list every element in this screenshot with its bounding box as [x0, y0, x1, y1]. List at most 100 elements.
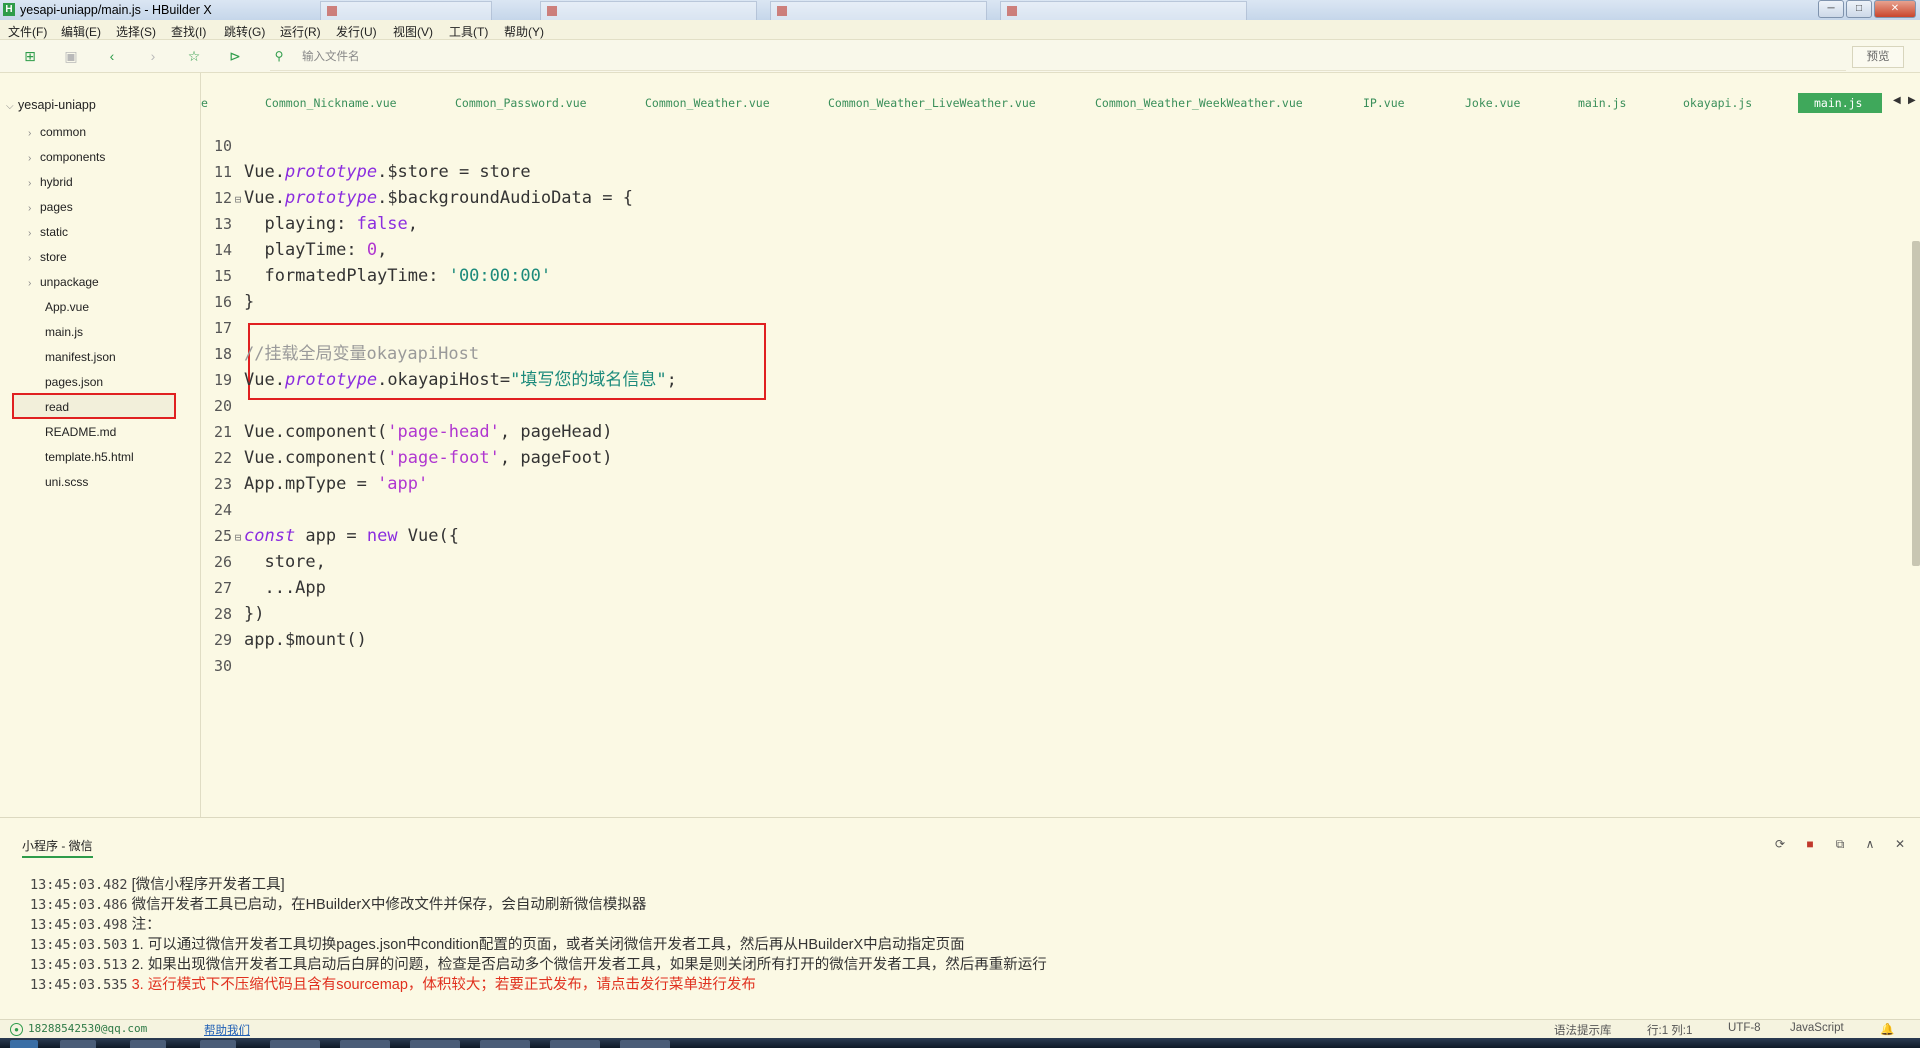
code-editor[interactable]: 10 11 Vue.prototype.$store = store 12 ⊟ Vue…: [201, 133, 1920, 817]
folder-common[interactable]: › common: [28, 125, 86, 139]
preview-button[interactable]: 预览: [1852, 46, 1904, 68]
folder-static[interactable]: › static: [28, 225, 68, 239]
line-number: 15: [213, 267, 232, 285]
background-browser-tab[interactable]: [540, 1, 757, 20]
console-log-line: 13:45:03.498 注：: [30, 913, 161, 934]
menu-select[interactable]: 选择(S): [116, 23, 156, 40]
cursor-position[interactable]: 行:1 列:1: [1647, 1022, 1692, 1038]
editor-scrollbar[interactable]: [1912, 241, 1920, 566]
background-browser-tab[interactable]: [770, 1, 987, 20]
taskbar-app-icon[interactable]: [60, 1040, 96, 1048]
collapse-icon[interactable]: ∧: [1862, 837, 1878, 851]
menu-run[interactable]: 运行(R): [280, 23, 321, 40]
file-pages-json[interactable]: pages.json: [45, 375, 103, 389]
project-root-label: yesapi-uniapp: [18, 98, 96, 112]
folder-pages[interactable]: › pages: [28, 200, 73, 214]
user-icon: ●: [10, 1023, 23, 1036]
console-log-line: 13:45:03.486 微信开发者工具已启动，在HBuilderX中修改文件并…: [30, 893, 646, 914]
code-token: ,: [407, 214, 419, 234]
file-manifest-json[interactable]: manifest.json: [45, 350, 116, 364]
taskbar-app-icon[interactable]: [550, 1040, 600, 1048]
stop-icon[interactable]: ■: [1802, 837, 1818, 851]
tab-next-icon[interactable]: ▶: [1908, 95, 1916, 106]
star-icon[interactable]: ☆: [186, 48, 202, 64]
chevron-right-icon: ›: [28, 128, 32, 139]
file-main-js[interactable]: main.js: [45, 325, 83, 339]
file-encoding[interactable]: UTF-8: [1728, 1022, 1761, 1034]
taskbar-app-icon[interactable]: [410, 1040, 460, 1048]
tab-live-weather[interactable]: Common_Weather_LiveWeather.vue: [828, 96, 1036, 110]
line-number: 20: [213, 397, 232, 415]
background-browser-tab[interactable]: [320, 1, 492, 20]
back-icon[interactable]: ‹: [104, 48, 120, 64]
taskbar-app-icon[interactable]: [340, 1040, 390, 1048]
console-tab-wechat[interactable]: 小程序 - 微信: [22, 837, 93, 858]
fold-icon[interactable]: ⊟: [232, 187, 244, 213]
tab-joke-vue[interactable]: Joke.vue: [1465, 96, 1520, 110]
code-token: playTime:: [244, 240, 367, 260]
save-icon[interactable]: ▣: [63, 48, 79, 64]
folder-store[interactable]: › store: [28, 250, 67, 264]
menu-goto[interactable]: 跳转(G): [224, 23, 265, 40]
tab-week-weather[interactable]: Common_Weather_WeekWeather.vue: [1095, 96, 1303, 110]
menu-tools[interactable]: 工具(T): [449, 23, 488, 40]
tab-okayapi-js[interactable]: okayapi.js: [1683, 96, 1752, 110]
tab-prev-icon[interactable]: ◀: [1893, 95, 1901, 106]
project-root[interactable]: ⌵ yesapi-uniapp: [6, 98, 96, 112]
line-number: 16: [213, 293, 232, 311]
new-file-icon[interactable]: ⊞: [22, 48, 38, 64]
file-language[interactable]: JavaScript: [1790, 1022, 1844, 1034]
status-user-account[interactable]: 18288542530@qq.com: [28, 1022, 147, 1035]
menu-help[interactable]: 帮助(Y): [504, 23, 544, 40]
file-search-input[interactable]: [300, 46, 1850, 68]
close-icon[interactable]: ✕: [1892, 837, 1908, 851]
line-number: 17: [213, 319, 232, 337]
notification-bell-icon[interactable]: 🔔: [1880, 1022, 1894, 1036]
syntax-hint-library[interactable]: 语法提示库: [1554, 1022, 1612, 1038]
tab-common-nickname[interactable]: Common_Nickname.vue: [265, 96, 397, 110]
menu-find[interactable]: 查找(I): [171, 23, 206, 40]
taskbar-app-icon[interactable]: [480, 1040, 530, 1048]
taskbar-app-icon[interactable]: [620, 1040, 670, 1048]
menu-publish[interactable]: 发行(U): [336, 23, 377, 40]
tab-ip-vue[interactable]: IP.vue: [1363, 96, 1405, 110]
code-token: store,: [244, 552, 326, 572]
log-text: 微信开发者工具已启动，在HBuilderX中修改文件并保存，会自动刷新微信模拟器: [131, 897, 647, 913]
menu-edit[interactable]: 编辑(E): [61, 23, 101, 40]
tab-common-weather[interactable]: Common_Weather.vue: [645, 96, 770, 110]
folder-hybrid[interactable]: › hybrid: [28, 175, 73, 189]
close-window-button[interactable]: ✕: [1874, 0, 1916, 18]
start-button[interactable]: [10, 1040, 38, 1048]
tab-main-js[interactable]: main.js: [1578, 96, 1626, 110]
log-timestamp: 13:45:03.482: [30, 877, 128, 893]
help-us-link[interactable]: 帮助我们: [204, 1022, 250, 1038]
file-template-h5[interactable]: template.h5.html: [45, 450, 134, 464]
folder-components[interactable]: › components: [28, 150, 105, 164]
folder-label: static: [40, 225, 69, 239]
tab-common-password[interactable]: Common_Password.vue: [455, 96, 587, 110]
file-read[interactable]: read: [45, 400, 69, 414]
line-number: 26: [213, 553, 232, 571]
taskbar-app-icon[interactable]: [270, 1040, 320, 1048]
menu-view[interactable]: 视图(V): [393, 23, 433, 40]
taskbar-app-icon[interactable]: [130, 1040, 166, 1048]
taskbar-app-icon[interactable]: [200, 1040, 236, 1048]
background-browser-tab[interactable]: [1000, 1, 1247, 20]
run-icon[interactable]: ⊳: [227, 48, 243, 64]
maximize-button[interactable]: □: [1846, 0, 1872, 18]
file-uni-scss[interactable]: uni.scss: [45, 475, 88, 489]
open-external-icon[interactable]: ⧉: [1832, 837, 1848, 851]
menu-file[interactable]: 文件(F): [8, 23, 47, 40]
tab-truncated[interactable]: e: [201, 96, 208, 110]
fold-icon[interactable]: ⊟: [232, 525, 244, 551]
minimize-button[interactable]: ─: [1818, 0, 1844, 18]
tab-main-js-active[interactable]: main.js: [1798, 93, 1883, 113]
log-timestamp: 13:45:03.535: [30, 977, 128, 993]
forward-icon[interactable]: ›: [145, 48, 161, 64]
file-readme[interactable]: README.md: [45, 425, 116, 439]
file-app-vue[interactable]: App.vue: [45, 300, 89, 314]
rerun-icon[interactable]: ⟳: [1772, 837, 1788, 851]
title-bar: H yesapi-uniapp/main.js - HBuilder X ─ □…: [0, 0, 1920, 21]
code-token: Vue.: [244, 162, 285, 182]
folder-unpackage[interactable]: › unpackage: [28, 275, 99, 289]
